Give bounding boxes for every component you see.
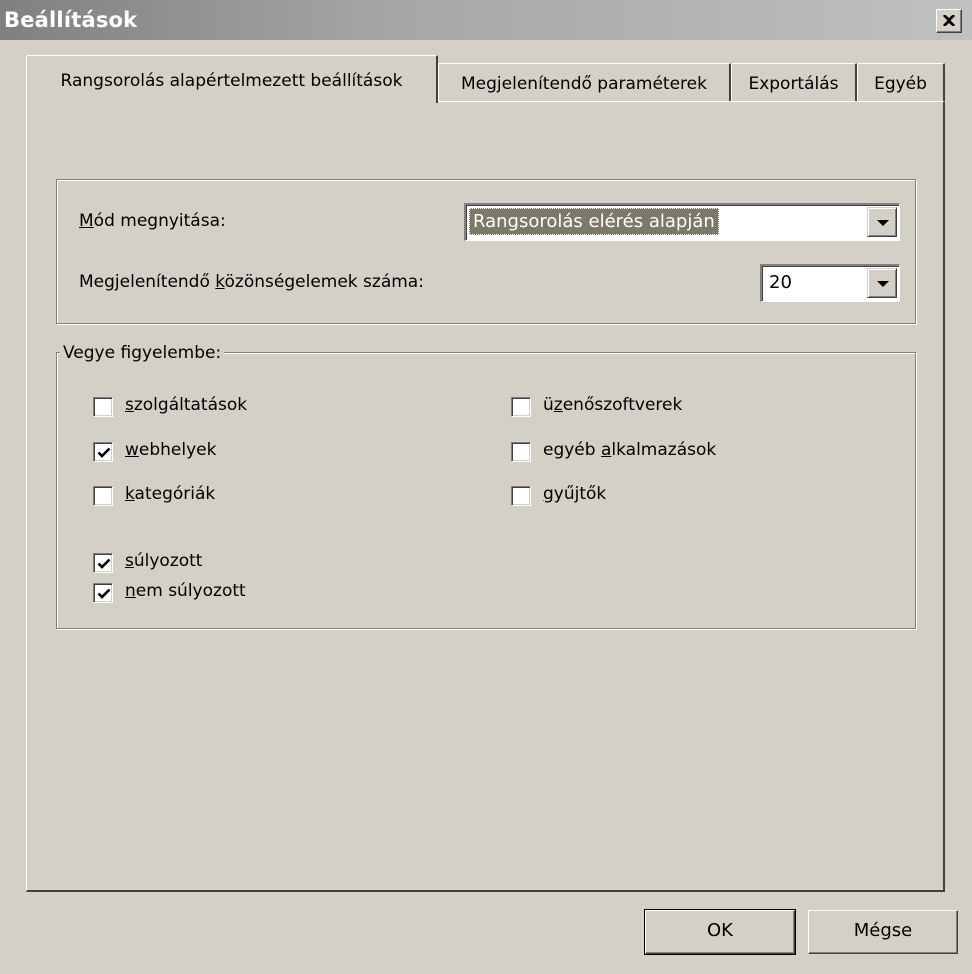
checkbox-box[interactable] (93, 583, 113, 603)
tab-label: Megjelenítendő paraméterek (461, 74, 707, 94)
checkbox-label: szolgáltatások (125, 395, 248, 415)
checkbox-label: webhelyek (125, 440, 217, 460)
cancel-button[interactable]: Mégse (808, 910, 958, 954)
close-button[interactable] (936, 9, 962, 33)
open-settings-group (56, 179, 916, 324)
checkbox-box[interactable] (93, 553, 113, 573)
checkbox-label: üzenőszoftverek (543, 395, 683, 415)
checkbox-box[interactable] (511, 486, 531, 506)
checkmark-icon (97, 447, 111, 458)
open-mode-value: Rangsorolás elérés alapján (469, 208, 719, 235)
tab-label: Egyéb (874, 74, 927, 94)
tab-ranking-defaults[interactable]: Rangsorolás alapértelmezett beállítások (26, 55, 438, 103)
chevron-down-icon (877, 281, 889, 287)
item-count-label: Megjelenítendő közönségelemek száma: (79, 272, 424, 292)
ok-button[interactable]: OK (644, 909, 796, 955)
item-count-dropdown-button[interactable] (867, 268, 897, 298)
checkmark-icon (97, 588, 111, 599)
checkbox-box[interactable] (93, 397, 113, 417)
window-title: Beállítások (4, 8, 138, 32)
checkbox-box[interactable] (511, 442, 531, 462)
close-icon (943, 15, 955, 26)
checkbox-label: nem súlyozott (125, 581, 246, 601)
checkbox-box[interactable] (511, 397, 531, 417)
checkbox-box[interactable] (93, 442, 113, 462)
tab-label: Exportálás (748, 74, 839, 94)
checkbox-label: gyűjtők (543, 484, 607, 504)
open-mode-label: Mód megnyitása: (79, 211, 226, 231)
checkbox-box[interactable] (93, 486, 113, 506)
open-mode-select[interactable]: Rangsorolás elérés alapján (464, 203, 900, 241)
consider-group-legend: Vegye figyelembe: (60, 343, 225, 363)
tab-other[interactable]: Egyéb (857, 63, 945, 101)
settings-dialog: Beállítások Rangsorolás alapértelmezett … (0, 0, 972, 974)
checkbox-label: kategóriák (125, 484, 216, 504)
title-bar[interactable]: Beállítások (0, 0, 972, 40)
item-count-select[interactable]: 20 (760, 264, 900, 302)
checkbox-label: egyéb alkalmazások (543, 440, 717, 460)
checkbox-label: súlyozott (125, 551, 203, 571)
open-mode-dropdown-button[interactable] (867, 207, 897, 237)
tab-display-parameters[interactable]: Megjelenítendő paraméterek (438, 63, 731, 101)
item-count-value: 20 (769, 272, 792, 293)
tab-export[interactable]: Exportálás (731, 63, 857, 101)
chevron-down-icon (877, 220, 889, 226)
tab-label: Rangsorolás alapértelmezett beállítások (60, 71, 403, 91)
checkmark-icon (97, 558, 111, 569)
